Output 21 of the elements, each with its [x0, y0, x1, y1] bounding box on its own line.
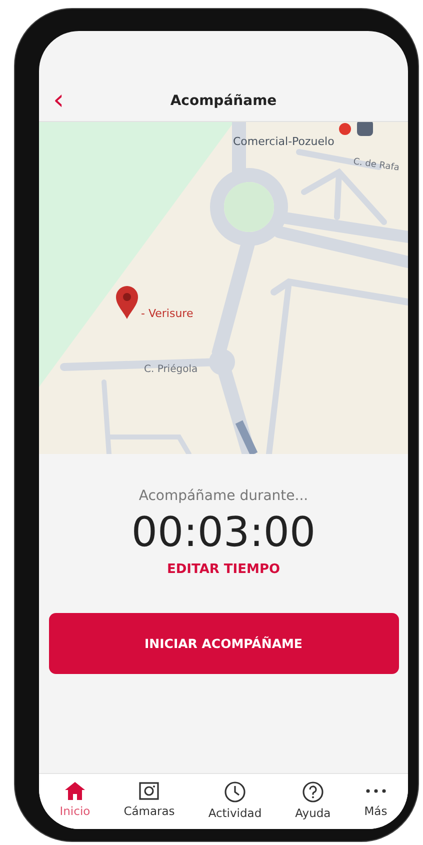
screen-title: Acompáñame: [170, 93, 277, 109]
help-icon: [302, 781, 324, 803]
tab-bar-item[interactable]: Ayuda: [293, 774, 333, 829]
timer-caption: Acompáñame durante...: [138, 488, 308, 504]
tab-bar-item[interactable]: Más: [362, 774, 390, 829]
timer-value: 00:03:00: [131, 508, 316, 556]
more-icon: [366, 789, 386, 793]
map-label: C. Priégola: [144, 364, 198, 375]
tab-bar-item[interactable]: Cámaras: [122, 774, 177, 829]
start-button[interactable]: INICIAR ACOMPÁÑAME: [48, 613, 398, 674]
map-label: C. de Rafa: [352, 157, 400, 174]
clock-icon: [224, 781, 246, 803]
map-pin-icon: [116, 286, 138, 319]
map-label: Comercial-Pozuelo: [233, 135, 334, 148]
camera-icon: [138, 781, 160, 801]
tab-bar-item[interactable]: Actividad: [206, 774, 264, 829]
home-icon: [64, 781, 86, 801]
map-label: - Verisure: [141, 307, 194, 320]
edit-time-link[interactable]: EDITAR TIEMPO: [166, 562, 280, 577]
tab-bar-item[interactable]: Inicio: [58, 774, 92, 829]
back-button[interactable]: ‹: [49, 87, 68, 113]
